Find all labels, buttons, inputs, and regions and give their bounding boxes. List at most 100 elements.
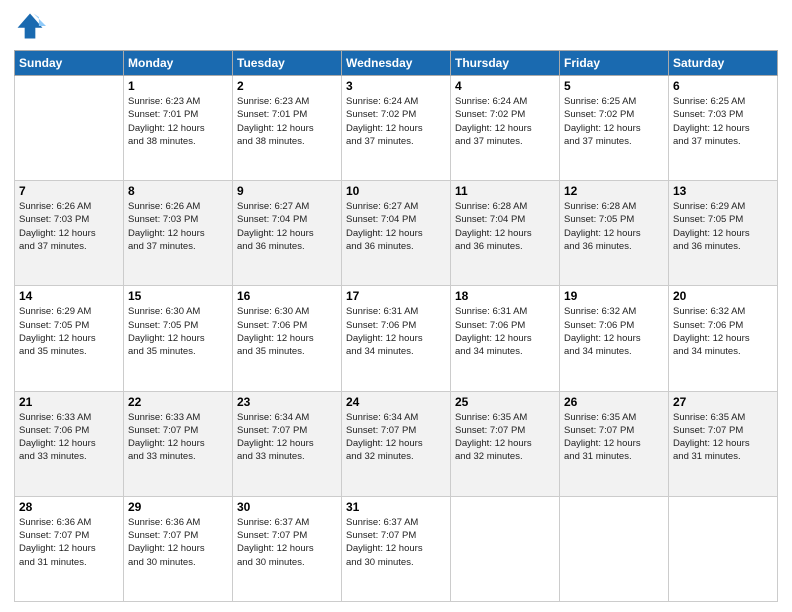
- day-info: Sunrise: 6:26 AMSunset: 7:03 PMDaylight:…: [128, 200, 228, 253]
- day-info: Sunrise: 6:23 AMSunset: 7:01 PMDaylight:…: [128, 95, 228, 148]
- day-info: Sunrise: 6:34 AMSunset: 7:07 PMDaylight:…: [346, 411, 446, 464]
- calendar-header-thursday: Thursday: [451, 51, 560, 76]
- day-info: Sunrise: 6:37 AMSunset: 7:07 PMDaylight:…: [237, 516, 337, 569]
- calendar-cell: 26 Sunrise: 6:35 AMSunset: 7:07 PMDayligh…: [560, 391, 669, 496]
- calendar-cell: 29 Sunrise: 6:36 AMSunset: 7:07 PMDayligh…: [124, 496, 233, 601]
- day-info: Sunrise: 6:31 AMSunset: 7:06 PMDaylight:…: [455, 305, 555, 358]
- calendar-week-row: 7 Sunrise: 6:26 AMSunset: 7:03 PMDaylight…: [15, 181, 778, 286]
- day-info: Sunrise: 6:24 AMSunset: 7:02 PMDaylight:…: [455, 95, 555, 148]
- day-info: Sunrise: 6:26 AMSunset: 7:03 PMDaylight:…: [19, 200, 119, 253]
- day-number: 31: [346, 500, 446, 514]
- day-info: Sunrise: 6:29 AMSunset: 7:05 PMDaylight:…: [673, 200, 773, 253]
- calendar-cell: 30 Sunrise: 6:37 AMSunset: 7:07 PMDayligh…: [233, 496, 342, 601]
- day-info: Sunrise: 6:33 AMSunset: 7:07 PMDaylight:…: [128, 411, 228, 464]
- day-info: Sunrise: 6:25 AMSunset: 7:02 PMDaylight:…: [564, 95, 664, 148]
- day-number: 13: [673, 184, 773, 198]
- calendar-cell: [560, 496, 669, 601]
- calendar-cell: 4 Sunrise: 6:24 AMSunset: 7:02 PMDaylight…: [451, 76, 560, 181]
- day-number: 22: [128, 395, 228, 409]
- calendar-cell: 22 Sunrise: 6:33 AMSunset: 7:07 PMDayligh…: [124, 391, 233, 496]
- day-info: Sunrise: 6:27 AMSunset: 7:04 PMDaylight:…: [346, 200, 446, 253]
- calendar-cell: 18 Sunrise: 6:31 AMSunset: 7:06 PMDayligh…: [451, 286, 560, 391]
- day-number: 27: [673, 395, 773, 409]
- calendar-cell: [15, 76, 124, 181]
- calendar-cell: 2 Sunrise: 6:23 AMSunset: 7:01 PMDaylight…: [233, 76, 342, 181]
- day-info: Sunrise: 6:37 AMSunset: 7:07 PMDaylight:…: [346, 516, 446, 569]
- logo: [14, 10, 50, 42]
- calendar-header-saturday: Saturday: [669, 51, 778, 76]
- calendar-cell: 25Sunrise: 6:35 AMSunset: 7:07 PMDayligh…: [451, 391, 560, 496]
- calendar-cell: 5 Sunrise: 6:25 AMSunset: 7:02 PMDaylight…: [560, 76, 669, 181]
- day-info: Sunrise: 6:23 AMSunset: 7:01 PMDaylight:…: [237, 95, 337, 148]
- day-number: 24: [346, 395, 446, 409]
- calendar-cell: 17 Sunrise: 6:31 AMSunset: 7:06 PMDayligh…: [342, 286, 451, 391]
- day-info: Sunrise: 6:35 AMSunset: 7:07 PMDaylight:…: [564, 411, 664, 464]
- day-info: Sunrise: 6:35 AMSunset: 7:07 PMDaylight:…: [455, 411, 555, 464]
- calendar-header-sunday: Sunday: [15, 51, 124, 76]
- day-number: 18: [455, 289, 555, 303]
- logo-icon: [14, 10, 46, 42]
- calendar-cell: 16 Sunrise: 6:30 AMSunset: 7:06 PMDayligh…: [233, 286, 342, 391]
- calendar-header-friday: Friday: [560, 51, 669, 76]
- calendar-week-row: 14 Sunrise: 6:29 AMSunset: 7:05 PMDayligh…: [15, 286, 778, 391]
- calendar-cell: 1Sunrise: 6:23 AMSunset: 7:01 PMDaylight…: [124, 76, 233, 181]
- page: SundayMondayTuesdayWednesdayThursdayFrid…: [0, 0, 792, 612]
- day-number: 6: [673, 79, 773, 93]
- day-number: 30: [237, 500, 337, 514]
- day-number: 23: [237, 395, 337, 409]
- calendar-cell: 10 Sunrise: 6:27 AMSunset: 7:04 PMDayligh…: [342, 181, 451, 286]
- calendar-header-monday: Monday: [124, 51, 233, 76]
- day-number: 16: [237, 289, 337, 303]
- calendar-cell: 20Sunrise: 6:32 AMSunset: 7:06 PMDayligh…: [669, 286, 778, 391]
- calendar-cell: 9Sunrise: 6:27 AMSunset: 7:04 PMDaylight…: [233, 181, 342, 286]
- day-number: 29: [128, 500, 228, 514]
- calendar-header-tuesday: Tuesday: [233, 51, 342, 76]
- day-number: 11: [455, 184, 555, 198]
- day-info: Sunrise: 6:36 AMSunset: 7:07 PMDaylight:…: [128, 516, 228, 569]
- day-number: 28: [19, 500, 119, 514]
- day-number: 5: [564, 79, 664, 93]
- day-number: 4: [455, 79, 555, 93]
- calendar-header-row: SundayMondayTuesdayWednesdayThursdayFrid…: [15, 51, 778, 76]
- day-number: 20: [673, 289, 773, 303]
- day-number: 7: [19, 184, 119, 198]
- day-info: Sunrise: 6:31 AMSunset: 7:06 PMDaylight:…: [346, 305, 446, 358]
- day-number: 3: [346, 79, 446, 93]
- calendar-cell: 6Sunrise: 6:25 AMSunset: 7:03 PMDaylight…: [669, 76, 778, 181]
- day-info: Sunrise: 6:36 AMSunset: 7:07 PMDaylight:…: [19, 516, 119, 569]
- day-number: 15: [128, 289, 228, 303]
- day-number: 14: [19, 289, 119, 303]
- day-info: Sunrise: 6:30 AMSunset: 7:06 PMDaylight:…: [237, 305, 337, 358]
- day-info: Sunrise: 6:29 AMSunset: 7:05 PMDaylight:…: [19, 305, 119, 358]
- day-number: 2: [237, 79, 337, 93]
- day-number: 21: [19, 395, 119, 409]
- calendar-week-row: 1Sunrise: 6:23 AMSunset: 7:01 PMDaylight…: [15, 76, 778, 181]
- calendar-cell: 7 Sunrise: 6:26 AMSunset: 7:03 PMDaylight…: [15, 181, 124, 286]
- calendar-cell: 28 Sunrise: 6:36 AMSunset: 7:07 PMDayligh…: [15, 496, 124, 601]
- calendar-cell: [451, 496, 560, 601]
- calendar-table: SundayMondayTuesdayWednesdayThursdayFrid…: [14, 50, 778, 602]
- calendar-header-wednesday: Wednesday: [342, 51, 451, 76]
- day-number: 12: [564, 184, 664, 198]
- calendar-cell: 15 Sunrise: 6:30 AMSunset: 7:05 PMDayligh…: [124, 286, 233, 391]
- calendar-cell: 21 Sunrise: 6:33 AMSunset: 7:06 PMDayligh…: [15, 391, 124, 496]
- calendar-cell: [669, 496, 778, 601]
- day-number: 10: [346, 184, 446, 198]
- day-info: Sunrise: 6:32 AMSunset: 7:06 PMDaylight:…: [564, 305, 664, 358]
- calendar-cell: 12 Sunrise: 6:28 AMSunset: 7:05 PMDayligh…: [560, 181, 669, 286]
- day-info: Sunrise: 6:24 AMSunset: 7:02 PMDaylight:…: [346, 95, 446, 148]
- day-number: 17: [346, 289, 446, 303]
- day-number: 26: [564, 395, 664, 409]
- day-info: Sunrise: 6:28 AMSunset: 7:04 PMDaylight:…: [455, 200, 555, 253]
- calendar-week-row: 28 Sunrise: 6:36 AMSunset: 7:07 PMDayligh…: [15, 496, 778, 601]
- calendar-cell: 23 Sunrise: 6:34 AMSunset: 7:07 PMDayligh…: [233, 391, 342, 496]
- calendar-cell: 8Sunrise: 6:26 AMSunset: 7:03 PMDaylight…: [124, 181, 233, 286]
- day-info: Sunrise: 6:30 AMSunset: 7:05 PMDaylight:…: [128, 305, 228, 358]
- day-info: Sunrise: 6:34 AMSunset: 7:07 PMDaylight:…: [237, 411, 337, 464]
- calendar-cell: 27Sunrise: 6:35 AMSunset: 7:07 PMDayligh…: [669, 391, 778, 496]
- calendar-cell: 24 Sunrise: 6:34 AMSunset: 7:07 PMDayligh…: [342, 391, 451, 496]
- day-info: Sunrise: 6:28 AMSunset: 7:05 PMDaylight:…: [564, 200, 664, 253]
- calendar-cell: 14 Sunrise: 6:29 AMSunset: 7:05 PMDayligh…: [15, 286, 124, 391]
- calendar-cell: 13 Sunrise: 6:29 AMSunset: 7:05 PMDayligh…: [669, 181, 778, 286]
- day-info: Sunrise: 6:33 AMSunset: 7:06 PMDaylight:…: [19, 411, 119, 464]
